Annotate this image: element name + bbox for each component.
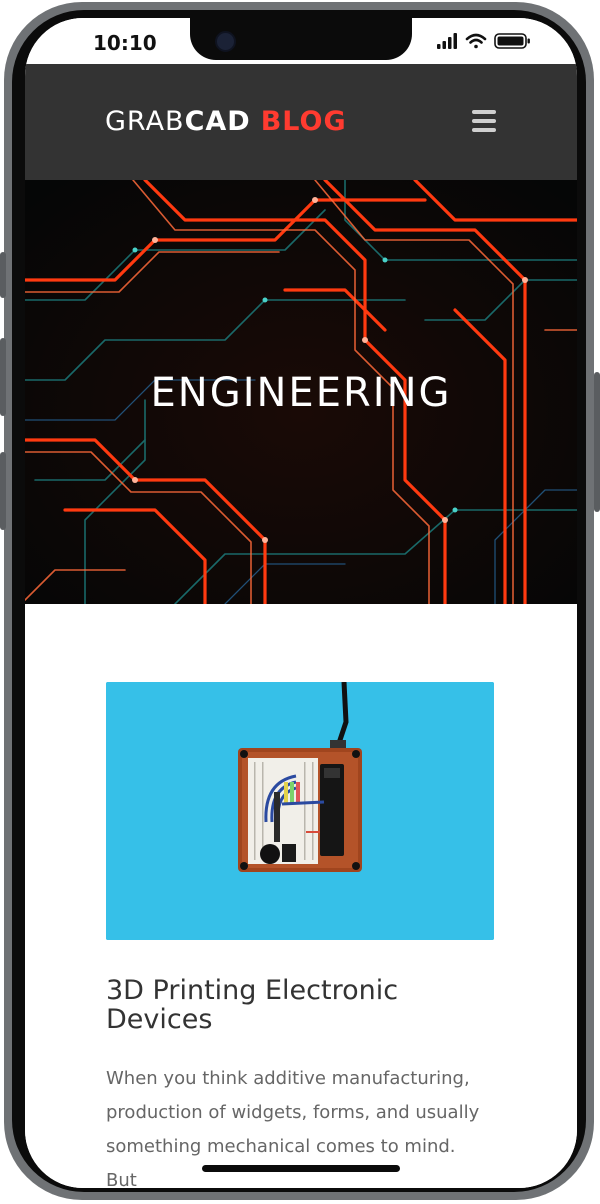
category-title: ENGINEERING	[150, 370, 452, 416]
menu-bar	[472, 128, 496, 132]
post-thumbnail[interactable]	[106, 682, 494, 940]
status-bar: 10:10	[25, 18, 577, 64]
home-indicator[interactable]	[202, 1165, 400, 1172]
side-button	[0, 252, 6, 298]
hero-banner: ENGINEERING	[25, 180, 577, 604]
battery-icon	[494, 33, 530, 49]
logo-text-grab: GRAB	[105, 106, 185, 137]
status-icons	[437, 33, 530, 49]
menu-bar	[472, 119, 496, 123]
status-time: 10:10	[93, 31, 157, 55]
grabcad-blog-logo[interactable]: GRABCAD BLOG	[105, 107, 347, 137]
volume-down-button	[0, 452, 6, 530]
volume-up-button	[0, 338, 6, 416]
post-title[interactable]: 3D Printing Electronic Devices	[106, 976, 446, 1034]
signal-icon	[437, 33, 457, 49]
site-header: GRABCAD BLOG	[25, 64, 577, 180]
post-card[interactable]: 3D Printing Electronic Devices When you …	[25, 604, 577, 1188]
menu-bar	[472, 110, 496, 114]
logo-text-cad: CAD	[184, 106, 251, 137]
wifi-icon	[465, 33, 487, 49]
front-camera	[215, 31, 236, 52]
hamburger-menu-icon[interactable]	[472, 110, 496, 132]
power-button	[594, 372, 600, 512]
electronics-board-image	[106, 682, 494, 940]
logo-text-blog: BLOG	[260, 106, 347, 137]
screen: 10:10 GRABCAD BLOG ENGINEERING 3D Printi…	[25, 18, 577, 1188]
